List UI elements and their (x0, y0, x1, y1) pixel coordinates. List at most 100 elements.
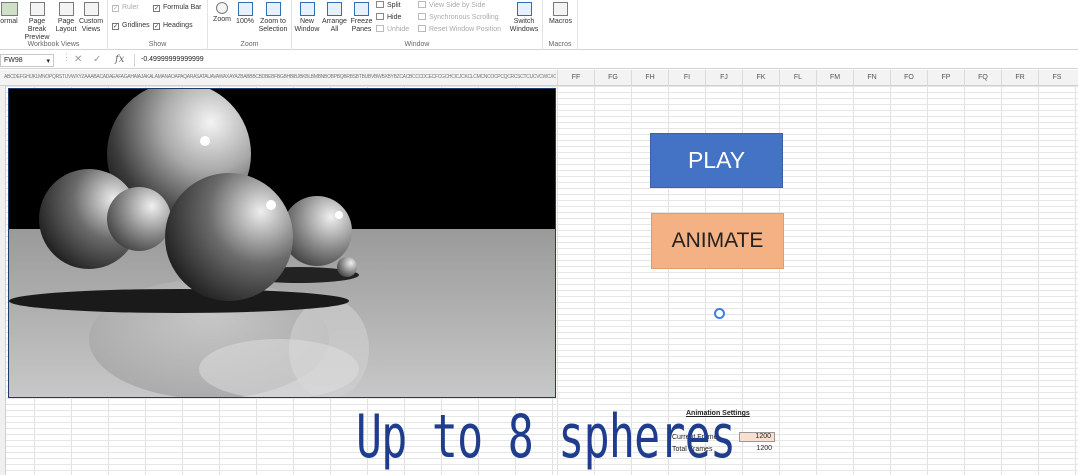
page-layout-label: Page Layout (55, 18, 77, 33)
zoom-100-icon (237, 2, 253, 16)
zoom-to-selection-button[interactable]: Zoom to Selection (257, 0, 289, 34)
unhide-button[interactable]: Unhide (376, 25, 409, 33)
freeze-panes-label: Freeze Panes (350, 18, 373, 33)
hide-button[interactable]: Hide (376, 13, 401, 21)
checkmark-icon: ✓ (112, 23, 119, 30)
page-layout-button[interactable]: Page Layout (55, 0, 77, 34)
page-break-preview-label: Page Break Preview (24, 18, 50, 41)
arrange-all-icon (327, 2, 342, 16)
column-header[interactable]: FR (1001, 70, 1038, 85)
macros-group: Macros Macros (543, 0, 578, 50)
column-header[interactable]: FL (779, 70, 816, 85)
checkmark-icon: ✓ (112, 5, 119, 12)
unhide-label: Unhide (387, 26, 410, 33)
row-headers (0, 86, 6, 475)
ribbon: ormal Page Break Preview Page Layout Cus… (0, 0, 1078, 50)
formula-input[interactable]: -0.49999999999999 (134, 54, 1078, 67)
split-label: Split (387, 2, 401, 9)
column-header[interactable]: FH (631, 70, 668, 85)
window-group-label: Window (404, 41, 430, 48)
zoom-to-selection-label: Zoom to Selection (258, 18, 288, 33)
split-button[interactable]: Split (376, 1, 401, 9)
hide-label: Hide (387, 14, 402, 21)
zoom-100-label: 100% (236, 18, 254, 25)
synchronous-scrolling-button[interactable]: Synchronous Scrolling (418, 13, 499, 21)
arrange-all-label: Arrange All (322, 18, 347, 33)
show-group: ✓ Ruler ✓ Formula Bar ✓ Gridlines ✓ Headings… (108, 0, 208, 50)
gridlines-checkbox[interactable]: ✓ Gridlines (112, 22, 150, 30)
column-header[interactable]: FG (594, 70, 631, 85)
column-header[interactable]: FJ (705, 70, 742, 85)
new-window-button[interactable]: New Window (294, 0, 320, 34)
normal-view-button[interactable]: ormal (0, 0, 18, 26)
headings-checkbox[interactable]: ✓ Headings (153, 22, 193, 30)
animate-button[interactable]: ANIMATE (651, 213, 784, 269)
column-header[interactable]: FF (557, 70, 594, 85)
freeze-panes-button[interactable]: Freeze Panes (349, 0, 374, 34)
formula-bar: FW98 ▾ ⋮ ✕ ✓ fx -0.49999999999999 (0, 52, 1078, 69)
enter-icon[interactable]: ✓ (93, 54, 101, 65)
more-options-icon: ⋮ (62, 52, 71, 62)
formula-bar-label: Formula Bar (163, 4, 202, 11)
reset-window-position-label: Reset Window Position (429, 26, 501, 33)
current-frame-cell[interactable]: 1200 (739, 432, 775, 442)
arrange-all-button[interactable]: Arrange All (321, 0, 348, 34)
zoom-to-selection-icon (265, 2, 281, 16)
page-layout-icon (58, 2, 74, 16)
insert-function-icon[interactable]: fx (115, 54, 124, 65)
freeze-panes-icon (354, 2, 369, 16)
column-header[interactable]: FM (816, 70, 853, 85)
custom-views-icon (83, 2, 99, 16)
magnifier-icon (216, 2, 228, 14)
loading-cursor-icon (714, 308, 725, 319)
column-header[interactable]: FI (668, 70, 705, 85)
column-header[interactable]: FQ (964, 70, 1001, 85)
page-break-preview-button[interactable]: Page Break Preview (20, 0, 54, 42)
view-side-by-side-icon (418, 1, 426, 8)
column-header[interactable]: FP (927, 70, 964, 85)
reset-window-position-button[interactable]: Reset Window Position (418, 25, 501, 33)
macros-label: Macros (549, 18, 572, 25)
zoom-group: Zoom 100% Zoom to Selection Zoom (208, 0, 292, 50)
new-window-icon (299, 2, 315, 16)
name-box[interactable]: FW98 ▾ (0, 54, 54, 67)
custom-views-button[interactable]: Custom Views (78, 0, 104, 34)
custom-views-label: Custom Views (78, 18, 104, 33)
gridlines-label: Gridlines (122, 22, 150, 29)
macros-button[interactable]: Macros (546, 0, 575, 26)
play-button[interactable]: PLAY (650, 133, 783, 188)
compressed-column-headers: ABCDEFGHIJKLMNOPQRSTUVWXYZAAABACADAEAFAG… (4, 74, 556, 80)
switch-windows-label: Switch Windows (509, 18, 539, 33)
cancel-icon[interactable]: ✕ (74, 54, 82, 65)
hide-icon (376, 13, 384, 20)
zoom-100-button[interactable]: 100% (235, 0, 255, 26)
name-box-value: FW98 (4, 57, 23, 64)
view-side-by-side-button[interactable]: View Side by Side (418, 1, 485, 9)
macros-group-label: Macros (548, 41, 572, 48)
split-icon (376, 1, 384, 8)
synchronous-scrolling-icon (418, 13, 426, 20)
switch-windows-icon (516, 2, 532, 16)
raytraced-spheres-render (8, 88, 556, 398)
reset-window-position-icon (418, 25, 426, 32)
headings-label: Headings (163, 22, 193, 29)
total-frames-cell[interactable]: 1200 (739, 445, 775, 455)
zoom-button[interactable]: Zoom (210, 0, 234, 24)
chevron-down-icon[interactable]: ▾ (46, 57, 50, 65)
column-header[interactable]: FS (1038, 70, 1075, 85)
normal-view-icon (0, 2, 18, 16)
switch-windows-button[interactable]: Switch Windows (508, 0, 540, 34)
show-label: Show (148, 41, 167, 48)
page-break-preview-icon (29, 2, 45, 16)
column-header[interactable]: FK (742, 70, 779, 85)
zoom-group-label: Zoom (240, 41, 259, 48)
column-header[interactable]: FO (890, 70, 927, 85)
formula-bar-checkbox[interactable]: ✓ Formula Bar (153, 4, 202, 12)
ruler-checkbox[interactable]: ✓ Ruler (112, 4, 139, 12)
macros-icon (553, 2, 568, 16)
new-window-label: New Window (294, 18, 320, 33)
workbook-views-label: Workbook Views (27, 41, 80, 48)
checkmark-icon: ✓ (153, 23, 160, 30)
column-header[interactable]: FN (853, 70, 890, 85)
checkmark-icon: ✓ (153, 5, 160, 12)
